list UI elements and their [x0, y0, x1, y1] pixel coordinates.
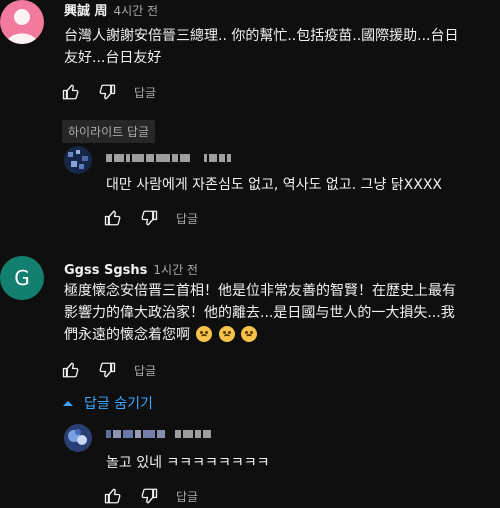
thumbs-up-icon: [62, 84, 79, 100]
avatar[interactable]: [64, 424, 92, 452]
author-name[interactable]: Ggss Sgshs: [64, 263, 147, 278]
thumbs-down-icon: [99, 362, 116, 378]
avatar[interactable]: [64, 146, 92, 174]
highlighted-reply-badge: 하이라이트 답글: [62, 120, 156, 143]
comment-time[interactable]: 4시간 전: [114, 4, 159, 18]
thumbs-up-icon: [104, 210, 121, 226]
reply-button[interactable]: 답글: [176, 210, 198, 227]
reply-actions: 답글: [100, 206, 198, 230]
avatar-image: [68, 429, 87, 445]
comment-actions: 답글: [58, 80, 156, 104]
reply-button[interactable]: 답글: [134, 84, 156, 101]
thumbs-up-icon: [104, 488, 121, 504]
reply-actions: 답글: [100, 484, 198, 508]
avatar-image: [68, 150, 88, 169]
comment-time[interactable]: 1시간 전: [153, 263, 198, 277]
sad-emoji-icon: [241, 326, 258, 342]
reply-text: 대만 사람에게 자존심도 없고, 역사도 없고. 그냥 닭XXXX: [106, 177, 443, 193]
sad-emoji-icon: [196, 326, 213, 342]
reply-button[interactable]: 답글: [134, 362, 156, 379]
hide-replies-button[interactable]: 답글 숨기기: [62, 393, 153, 413]
avatar[interactable]: [0, 0, 44, 44]
avatar-letter: G: [14, 266, 30, 290]
thumbs-down-icon: [141, 210, 158, 226]
comment-actions: 답글: [58, 358, 156, 382]
hide-replies-label: 답글 숨기기: [84, 396, 153, 412]
comment-header: Ggss Sgshs 1시간 전: [64, 259, 198, 278]
default-avatar-icon: [6, 9, 38, 44]
like-button[interactable]: [58, 358, 84, 382]
author-name-blurred[interactable]: [106, 428, 211, 440]
thumbs-up-icon: [62, 362, 79, 378]
author-name-blurred[interactable]: [106, 152, 231, 164]
comment-text: 台灣人謝謝安倍晉三總理.. 你的幫忙..包括疫苗..國際援助...台日 友好..…: [64, 28, 459, 66]
thumbs-down-icon: [141, 488, 158, 504]
like-button[interactable]: [100, 206, 126, 230]
dislike-button[interactable]: [136, 484, 162, 508]
comment-header: 興誠 周 4시간 전: [64, 0, 158, 19]
dislike-button[interactable]: [94, 358, 120, 382]
like-button[interactable]: [100, 484, 126, 508]
author-name[interactable]: 興誠 周: [64, 4, 108, 19]
dislike-button[interactable]: [136, 206, 162, 230]
chevron-up-icon: [63, 401, 73, 406]
reply-button[interactable]: 답글: [176, 488, 198, 505]
reply-text: 놀고 있네 ㅋㅋㅋㅋㅋㅋㅋㅋ: [106, 455, 270, 471]
dislike-button[interactable]: [94, 80, 120, 104]
avatar[interactable]: G: [0, 256, 44, 300]
like-button[interactable]: [58, 80, 84, 104]
sad-emoji-icon: [218, 326, 235, 342]
thumbs-down-icon: [99, 84, 116, 100]
comment-text: 極度懐念安倍晋三首相！他是位非常友善的智賢！在歴史上最有 影響力的偉大政治家！他…: [64, 283, 456, 343]
